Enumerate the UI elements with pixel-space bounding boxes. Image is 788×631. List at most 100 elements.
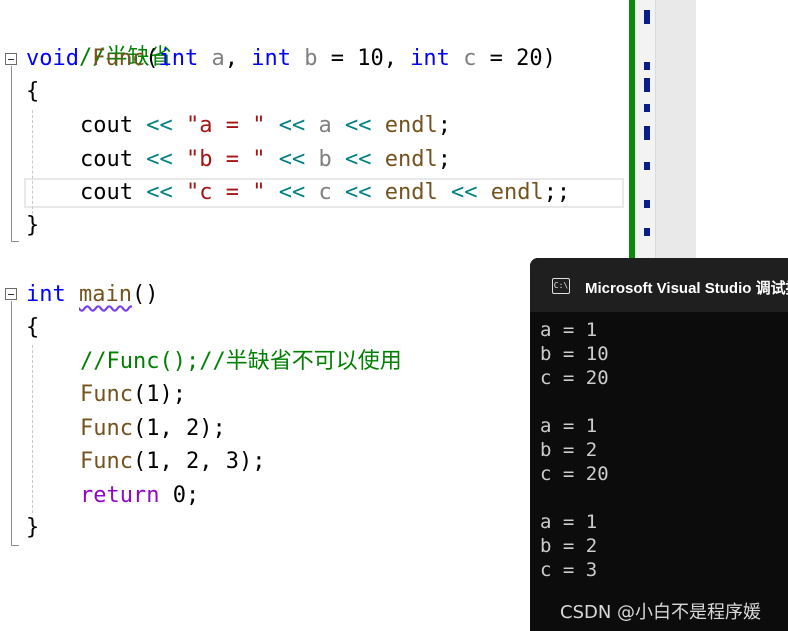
semicolon: ;: [437, 147, 451, 172]
keyword-return: return: [80, 483, 160, 508]
code-line-7: }: [26, 209, 39, 243]
console-output-line: c = 20: [540, 367, 609, 389]
code-line-2: void Func(int a, int b = 10, int c = 20): [26, 42, 556, 76]
operator-token: <<: [450, 180, 478, 205]
operator-token: <<: [146, 180, 173, 205]
string-token: "a = ": [185, 113, 266, 138]
code-line-10: //Func();//半缺省不可以使用: [80, 345, 402, 379]
endl-token: endl: [384, 147, 438, 172]
endl-token: endl: [490, 180, 544, 205]
param-token: c: [318, 180, 332, 205]
console-output-line: a = 1: [540, 319, 598, 341]
string-token: "b = ": [185, 147, 266, 172]
operator-token: <<: [344, 113, 372, 138]
scroll-marker: [644, 200, 650, 208]
console-output-line: c = 3: [540, 559, 598, 581]
scroll-marker: [644, 104, 650, 112]
string-token: "c = ": [185, 180, 266, 205]
call-args: (1, 2);: [132, 416, 226, 441]
code-line-4: cout << "a = " << a << endl;: [80, 109, 451, 143]
paren-open: (: [145, 46, 159, 71]
comma: ,: [224, 46, 252, 71]
scrollbar-markers: [640, 0, 654, 258]
operator-token: <<: [278, 180, 306, 205]
code-line-15: }: [26, 511, 39, 545]
keyword-int-c: int: [410, 46, 450, 71]
console-output-line: b = 2: [540, 439, 598, 461]
console-output-line: c = 20: [540, 463, 609, 485]
scroll-marker: [644, 162, 650, 170]
scroll-marker: [644, 78, 650, 92]
parens: (): [131, 282, 159, 307]
cout-token: cout: [80, 180, 133, 205]
scroll-marker: [644, 126, 650, 140]
console-output-line: a = 1: [540, 511, 598, 533]
semicolon: ;: [437, 113, 451, 138]
indent-guide-func: [32, 110, 33, 214]
param-token: b: [318, 147, 332, 172]
code-line-14: return 0;: [80, 479, 199, 513]
call-func: Func: [80, 382, 133, 407]
fold-end-func: [11, 241, 19, 242]
param-a: a: [211, 46, 225, 71]
operator-token: <<: [344, 180, 372, 205]
call-args: (1, 2, 3);: [132, 449, 266, 474]
indent-guide-main: [32, 345, 33, 513]
param-c: c: [463, 46, 477, 71]
brace-close: }: [26, 515, 40, 540]
code-line-9: {: [26, 311, 39, 345]
operator-token: <<: [344, 147, 372, 172]
code-line-5: cout << "b = " << b << endl;: [80, 143, 451, 177]
operator-token: <<: [146, 147, 173, 172]
cout-token: cout: [80, 147, 133, 172]
vertical-scrollbar[interactable]: [655, 0, 696, 258]
scroll-marker: [644, 10, 650, 24]
console-output-line: b = 2: [540, 535, 598, 557]
semicolon: ;;: [543, 180, 571, 205]
param-token: a: [318, 113, 332, 138]
fold-end-main: [11, 545, 19, 546]
scroll-marker: [644, 228, 650, 236]
operator-token: <<: [278, 113, 306, 138]
endl-token: endl: [384, 180, 438, 205]
keyword-void: void: [26, 46, 79, 71]
function-name-main: main: [79, 282, 132, 307]
return-value: 0;: [159, 483, 200, 508]
keyword-int-b: int: [251, 46, 291, 71]
console-titlebar[interactable]: C:\ Microsoft Visual Studio 调试控: [530, 258, 788, 312]
console-output-line: b = 10: [540, 343, 609, 365]
keyword-int-a: int: [158, 46, 199, 71]
console-title: Microsoft Visual Studio 调试控: [585, 280, 788, 297]
collapse-main-icon[interactable]: [5, 288, 17, 300]
operator-token: <<: [278, 147, 306, 172]
brace-open: {: [26, 315, 40, 340]
brace-open: {: [26, 79, 40, 104]
fold-line-main: [11, 301, 12, 545]
debug-console-window[interactable]: C:\ Microsoft Visual Studio 调试控 a = 1 b …: [530, 258, 788, 631]
code-line-13: Func(1, 2, 3);: [80, 445, 265, 479]
console-output-line: a = 1: [540, 415, 598, 437]
call-func: Func: [80, 449, 133, 474]
brace-close: }: [26, 213, 40, 238]
code-line-6: cout << "c = " << c << endl << endl;;: [80, 176, 570, 210]
collapse-func-icon[interactable]: [5, 53, 17, 65]
